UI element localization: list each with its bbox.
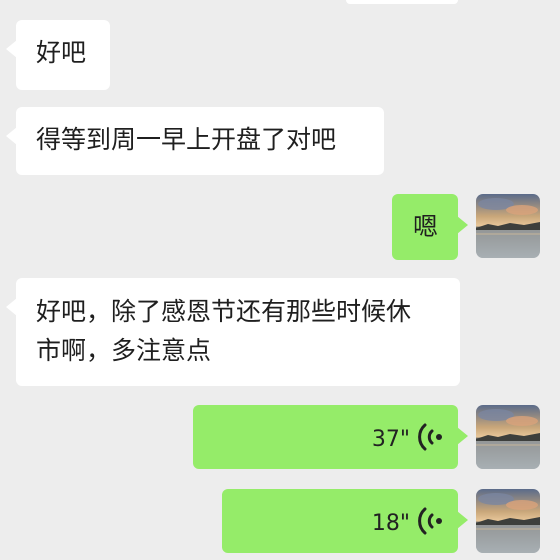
sender-avatar[interactable]: [476, 489, 540, 553]
outgoing-message-bubble[interactable]: 嗯: [392, 194, 468, 260]
message-text: 得等到周一早上开盘了对吧: [36, 125, 337, 154]
voice-duration: 18": [371, 511, 410, 536]
voice-message-bubble[interactable]: 37": [193, 405, 468, 469]
sunset-lake-avatar: [476, 489, 540, 553]
message-text-line: 市啊，多注意点: [36, 336, 212, 365]
sender-avatar[interactable]: [476, 405, 540, 469]
message-text: 嗯: [413, 212, 439, 241]
previous-message-edge: [346, 0, 458, 4]
voice-wave-icon: [418, 507, 442, 535]
incoming-message-bubble[interactable]: 好吧，除了感恩节还有那些时候休 市啊，多注意点: [6, 278, 460, 386]
sender-avatar[interactable]: [476, 194, 540, 258]
voice-wave-icon: [418, 423, 442, 451]
voice-message-bubble[interactable]: 18": [222, 489, 468, 553]
sunset-lake-avatar: [476, 405, 540, 469]
voice-duration: 37": [371, 427, 410, 452]
message-text-line: 好吧，除了感恩节还有那些时候休: [36, 297, 412, 326]
message-text: 好吧: [36, 38, 87, 67]
incoming-message-bubble[interactable]: 得等到周一早上开盘了对吧: [6, 107, 384, 175]
incoming-message-bubble[interactable]: 好吧: [6, 20, 110, 90]
sunset-lake-avatar: [476, 194, 540, 258]
